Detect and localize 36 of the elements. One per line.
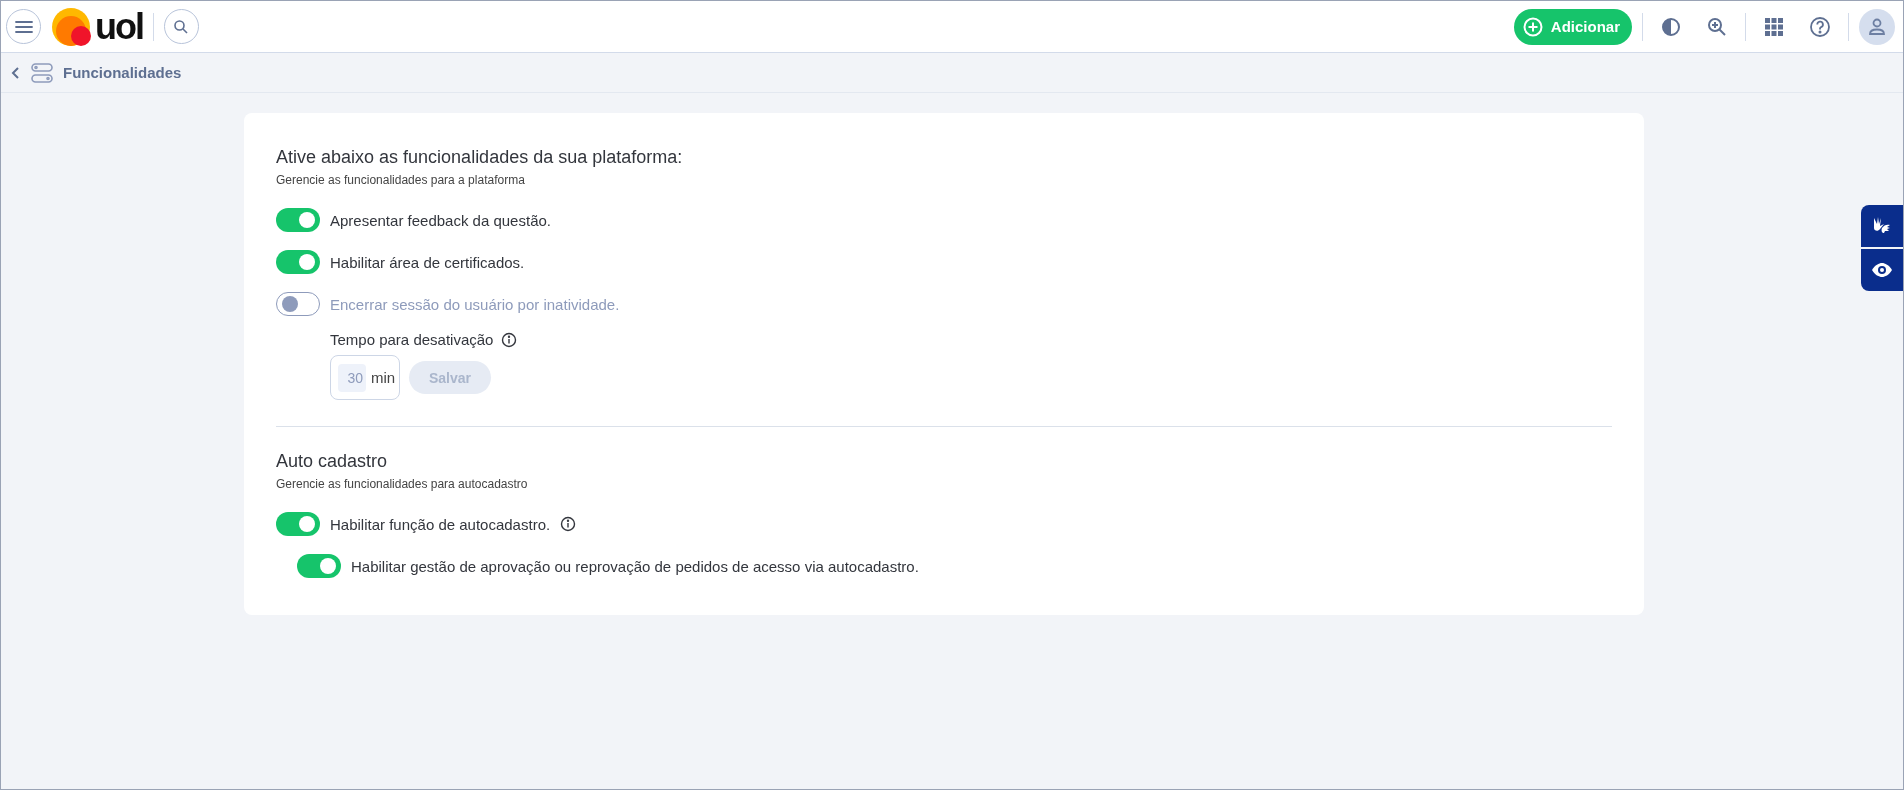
section-subtitle: Gerencie as funcionalidades para a plataforma [276,173,526,187]
help-icon [1809,15,1831,38]
toggle-switch[interactable] [276,292,320,316]
toggle-switch[interactable] [276,512,320,536]
toggle-switch[interactable] [297,554,341,578]
menu-icon [13,18,34,35]
grid-icon [1765,17,1783,36]
toggle-label: Encerrar sessão do usuário por inatividade. [330,295,620,313]
page-title: Funcionalidades [63,64,182,81]
sign-language-button[interactable] [1861,205,1903,247]
section-subtitle: Gerencie as funcionalidades para autocadastro [276,477,529,491]
toggle-label: Apresentar feedback da questão. [330,211,551,229]
unit-label: min [371,369,396,386]
toggles-icon [31,61,53,84]
add-button[interactable]: Adicionar [1513,8,1632,45]
zoom-in-icon [1707,16,1727,37]
user-icon [1867,16,1887,37]
toggle-label: Habilitar função de autocadastro. [330,515,551,533]
contrast-icon [1661,16,1681,37]
user-avatar[interactable] [1859,8,1895,45]
menu-button[interactable] [6,9,41,44]
back-icon[interactable] [11,65,21,80]
toggle-label: Habilitar área de certificados. [330,253,525,271]
search-button[interactable] [164,9,199,44]
info-icon [501,331,518,348]
logo-text: uol [95,8,143,45]
toggle-switch[interactable] [276,208,320,232]
logo-icon [51,6,91,47]
section-title: Ative abaixo as funcionalidades da sua plataforma: [276,147,684,168]
search-icon [173,18,190,35]
toggle-switch[interactable] [276,250,320,274]
eye-button[interactable] [1861,249,1903,291]
plus-circle-icon [1522,16,1543,37]
toggle-label: Habilitar gestão de aprovação ou reprovação de pedidos de acesso via autocadastro. [351,557,919,575]
section-title: Auto cadastro [276,451,389,472]
field-label: Tempo para desativação [330,331,494,348]
